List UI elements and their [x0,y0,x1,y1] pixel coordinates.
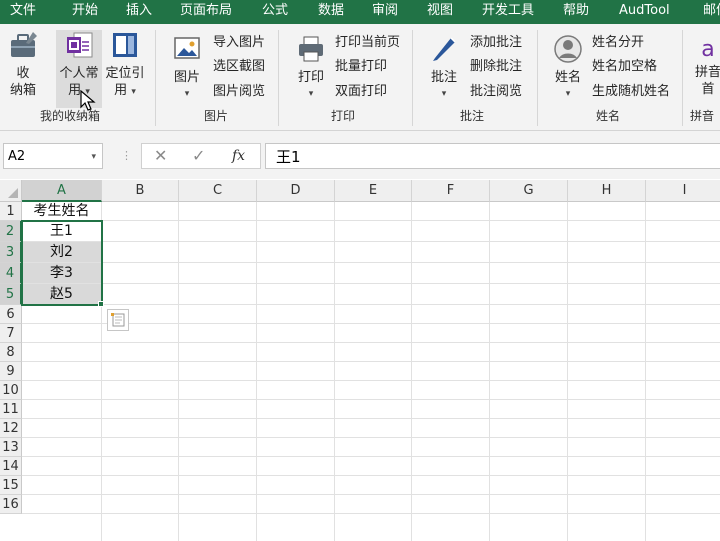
row-header-12[interactable]: 12 [0,419,22,438]
cell-a1[interactable]: 考生姓名 [22,202,101,220]
row-header-11[interactable]: 11 [0,400,22,419]
worksheet-grid[interactable]: A B C D E F G H I 1 2 3 4 5 6 7 8 9 10 1… [0,180,720,541]
column-header-d[interactable]: D [257,180,335,202]
row-header-10[interactable]: 10 [0,381,22,400]
split-name-button[interactable]: 姓名分开 [592,32,644,54]
pinyin-icon: a [701,37,715,62]
tab-view[interactable]: 视图 [427,0,453,24]
group-label-name: 姓名 [596,109,621,123]
formula-input[interactable]: 王1 [265,143,720,169]
comment-pen-icon [433,37,456,61]
select-all-triangle-icon [8,188,18,198]
picture-button[interactable]: 图片 ▾ [168,34,206,103]
dropdown-caret-icon: ▾ [308,89,314,99]
row-header-14[interactable]: 14 [0,457,22,476]
column-header-e[interactable]: E [335,180,412,202]
random-name-button[interactable]: 生成随机姓名 [592,81,670,103]
cell-a3[interactable]: 刘2 [22,242,101,262]
row-header-3[interactable]: 3 [0,242,22,263]
group-label-storage-box: 我的收纳箱 [40,109,101,123]
region-screenshot-button[interactable]: 选区截图 [213,56,265,78]
comment-preview-button[interactable]: 批注阅览 [470,81,522,103]
column-header-h[interactable]: H [568,180,646,202]
dropdown-caret-icon: ▾ [441,89,447,99]
row-header-7[interactable]: 7 [0,324,22,343]
person-avatar-icon [554,35,582,63]
cancel-icon[interactable]: ✕ [154,143,167,169]
storage-box-button[interactable]: 收 纳箱 [4,30,42,99]
fill-handle[interactable] [98,301,104,307]
name-add-space-button[interactable]: 姓名加空格 [592,56,657,78]
row-header-8[interactable]: 8 [0,343,22,362]
comment-button[interactable]: 批注 ▾ [425,34,463,103]
column-header-a[interactable]: A [22,180,102,202]
add-comment-button[interactable]: 添加批注 [470,32,522,54]
tab-file[interactable]: 文件 [10,0,36,24]
insert-function-icon[interactable]: fx [232,143,245,169]
column-header-g[interactable]: G [490,180,568,202]
row-header-4[interactable]: 4 [0,263,22,284]
ribbon-tab-bar: 文件 开始 插入 页面布局 公式 数据 审阅 视图 开发工具 帮助 AudToo… [0,0,720,24]
row-header-2[interactable]: 2 [0,221,22,242]
toolbox-icon [11,32,37,57]
personal-doc-icon [67,32,93,58]
tab-insert[interactable]: 插入 [126,0,152,24]
group-label-pinyin: 拼音 [690,109,715,123]
row-header-5[interactable]: 5 [0,284,22,305]
dropdown-caret-icon: ▾ [131,87,136,97]
group-label-picture: 图片 [204,109,229,123]
select-all-corner[interactable] [0,180,22,202]
row-header-13[interactable]: 13 [0,438,22,457]
tab-page-layout[interactable]: 页面布局 [180,0,232,24]
dropdown-caret-icon: ▾ [184,89,190,99]
group-label-print: 打印 [331,109,356,123]
ribbon: 收 纳箱 个人常 用 ▾ 定位引 用 ▾ 我的收纳箱 图片 ▾ 导入图片 选区截… [0,24,720,131]
quick-analysis-button[interactable] [107,309,129,331]
tab-developer[interactable]: 开发工具 [482,0,534,24]
print-current-page-button[interactable]: 打印当前页 [335,32,400,54]
quick-analysis-icon [111,313,125,327]
row-header-6[interactable]: 6 [0,305,22,324]
column-header-c[interactable]: C [179,180,257,202]
name-box-dropdown-icon[interactable]: ▾ [91,144,96,170]
locate-reference-icon [113,33,137,57]
picture-icon [174,37,200,59]
tab-mail[interactable]: 邮件 [703,0,720,24]
row-header-16[interactable]: 16 [0,495,22,514]
column-header-b[interactable]: B [102,180,179,202]
row-header-9[interactable]: 9 [0,362,22,381]
pinyin-button[interactable]: a 拼音 首 [693,36,720,98]
tab-formulas[interactable]: 公式 [262,0,288,24]
confirm-icon[interactable]: ✓ [192,143,205,169]
tab-data[interactable]: 数据 [318,0,344,24]
import-picture-button[interactable]: 导入图片 [213,32,265,54]
delete-comment-button[interactable]: 删除批注 [470,56,522,78]
name-box[interactable]: A2 ▾ [3,143,103,169]
picture-preview-button[interactable]: 图片阅览 [213,81,265,103]
duplex-print-button[interactable]: 双面打印 [335,81,387,103]
dropdown-caret-icon: ▾ [565,89,571,99]
row-header-1[interactable]: 1 [0,202,22,221]
column-header-f[interactable]: F [412,180,490,202]
formula-bar-grip-icon: ⋮ [121,149,132,162]
group-label-comment: 批注 [460,109,485,123]
cell-a2[interactable]: 王1 [22,221,101,241]
cell-a4[interactable]: 李3 [22,263,101,283]
row-header-15[interactable]: 15 [0,476,22,495]
locate-reference-button[interactable]: 定位引 用 ▾ [104,30,146,101]
tab-help[interactable]: 帮助 [563,0,589,24]
tab-audtool[interactable]: AudTool [619,0,670,24]
column-header-i[interactable]: I [646,180,720,202]
batch-print-button[interactable]: 批量打印 [335,56,387,78]
tab-review[interactable]: 审阅 [372,0,398,24]
formula-bar: A2 ▾ ⋮ ✕ ✓ fx 王1 [0,131,720,179]
tab-home[interactable]: 开始 [72,0,98,24]
printer-icon [299,36,323,62]
cell-a5[interactable]: 赵5 [22,284,101,304]
name-button[interactable]: 姓名 ▾ [549,34,587,103]
print-button[interactable]: 打印 ▾ [292,34,330,103]
